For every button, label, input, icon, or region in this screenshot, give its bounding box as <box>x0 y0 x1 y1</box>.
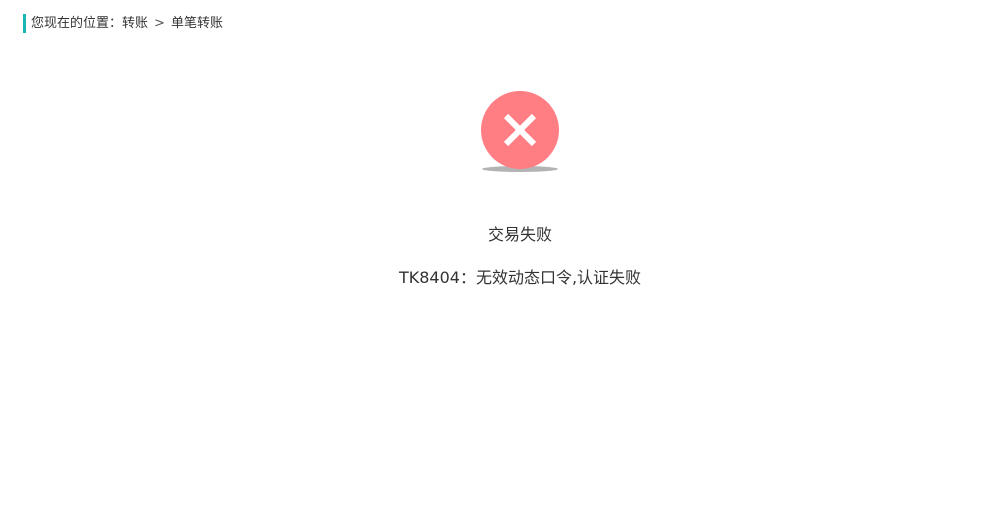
result-title: 交易失败 <box>487 225 552 244</box>
close-icon <box>503 113 537 147</box>
page: 您现在的位置：转账 > 单笔转账 交易失败 TK8404：无效动态口令,认证失败 <box>0 0 1006 521</box>
breadcrumb-item-single-transfer[interactable]: 单笔转账 <box>171 14 223 33</box>
error-circle <box>481 91 559 169</box>
result-panel: 交易失败 TK8404：无效动态口令,认证失败 <box>0 90 1006 289</box>
breadcrumb: 您现在的位置：转账 > 单笔转账 <box>23 14 223 33</box>
breadcrumb-prefix: 您现在的位置： <box>31 16 123 31</box>
breadcrumb-separator: > <box>154 16 165 31</box>
error-message: TK8404：无效动态口令,认证失败 <box>398 268 642 287</box>
failure-status-icon <box>480 90 560 174</box>
breadcrumb-item-transfer[interactable]: 转账 <box>122 14 148 33</box>
